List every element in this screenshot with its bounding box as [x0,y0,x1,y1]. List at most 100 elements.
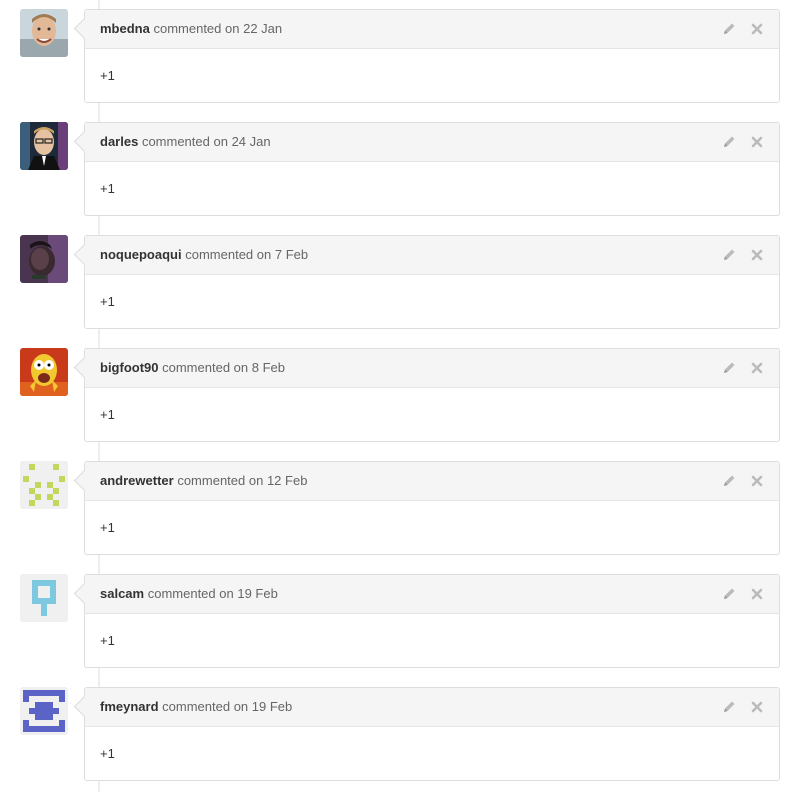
comment-meta: salcam commented on 19 Feb [100,586,278,601]
pencil-icon [723,136,735,147]
close-icon [751,362,763,374]
comment-action-text: commented on [185,247,272,262]
comment-action-text: commented on [177,473,264,488]
close-icon [751,475,763,487]
comment-action-text: commented on [153,21,240,36]
comment-body: +1 [100,633,115,648]
author-link[interactable]: fmeynard [100,699,159,714]
comment-meta: noquepoaqui commented on 7 Feb [100,247,308,262]
edit-button[interactable] [721,247,737,263]
comment-actions [713,247,765,263]
delete-button[interactable] [749,586,765,602]
close-icon [751,136,763,148]
close-icon [751,588,763,600]
comment-meta: fmeynard commented on 19 Feb [100,699,292,714]
delete-button[interactable] [749,473,765,489]
pencil-icon [723,23,735,34]
timeline-comment: fmeynard commented on 19 Feb +1 [0,687,808,781]
identicon-icon [20,687,68,735]
comment-action-text: commented on [147,586,234,601]
avatar-photo-icon [20,235,68,283]
author-link[interactable]: mbedna [100,21,150,36]
delete-button[interactable] [749,21,765,37]
author-link[interactable]: andrewetter [100,473,174,488]
comment-meta: darles commented on 24 Jan [100,134,271,149]
close-icon [751,701,763,713]
edit-button[interactable] [721,473,737,489]
timeline-comment: darles commented on 24 Jan +1 [0,122,808,216]
pencil-icon [723,249,735,260]
avatar[interactable] [20,122,68,170]
comment-box: fmeynard commented on 19 Feb +1 [73,687,780,781]
timeline-comment: noquepoaqui commented on 7 Feb +1 [0,235,808,329]
comment-meta: mbedna commented on 22 Jan [100,21,282,36]
comment-header: darles commented on 24 Jan [85,123,779,162]
comment-header: mbedna commented on 22 Jan [85,10,779,49]
comment-actions [713,360,765,376]
close-icon [751,23,763,35]
edit-button[interactable] [721,21,737,37]
author-link[interactable]: noquepoaqui [100,247,182,262]
close-icon [751,249,763,261]
avatar-photo-icon [20,122,68,170]
avatar-photo-icon [20,9,68,57]
identicon-icon [20,461,68,509]
delete-button[interactable] [749,247,765,263]
timeline-comment: andrewetter commented on 12 Feb +1 [0,461,808,555]
comment-header: fmeynard commented on 19 Feb [85,688,779,727]
comment-date[interactable]: 24 Jan [232,134,271,149]
comment-date[interactable]: 19 Feb [237,586,277,601]
avatar[interactable] [20,574,68,622]
comment-date[interactable]: 19 Feb [252,699,292,714]
comment-date[interactable]: 7 Feb [275,247,308,262]
comment-body: +1 [100,181,115,196]
comment-action-text: commented on [162,699,249,714]
edit-button[interactable] [721,134,737,150]
edit-button[interactable] [721,360,737,376]
delete-button[interactable] [749,699,765,715]
comment-header: noquepoaqui commented on 7 Feb [85,236,779,275]
comment-box: salcam commented on 19 Feb +1 [73,574,780,668]
author-link[interactable]: salcam [100,586,144,601]
comment-actions [713,134,765,150]
timeline-comment: salcam commented on 19 Feb +1 [0,574,808,668]
comment-actions [713,21,765,37]
edit-button[interactable] [721,586,737,602]
avatar[interactable] [20,687,68,735]
comment-body: +1 [100,68,115,83]
delete-button[interactable] [749,360,765,376]
comment-box: noquepoaqui commented on 7 Feb +1 [73,235,780,329]
comment-body: +1 [100,407,115,422]
comment-date[interactable]: 8 Feb [252,360,285,375]
avatar[interactable] [20,235,68,283]
edit-button[interactable] [721,699,737,715]
comment-box: mbedna commented on 22 Jan +1 [73,9,780,103]
comment-header: andrewetter commented on 12 Feb [85,462,779,501]
comment-meta: andrewetter commented on 12 Feb [100,473,307,488]
pencil-icon [723,701,735,712]
delete-button[interactable] [749,134,765,150]
author-link[interactable]: bigfoot90 [100,360,159,375]
comment-date[interactable]: 22 Jan [243,21,282,36]
comment-date[interactable]: 12 Feb [267,473,307,488]
comment-actions [713,699,765,715]
comment-actions [713,473,765,489]
comment-box: andrewetter commented on 12 Feb +1 [73,461,780,555]
comment-actions [713,586,765,602]
identicon-icon [20,574,68,622]
pencil-icon [723,588,735,599]
comment-meta: bigfoot90 commented on 8 Feb [100,360,285,375]
comment-box: darles commented on 24 Jan +1 [73,122,780,216]
author-link[interactable]: darles [100,134,138,149]
comment-action-text: commented on [162,360,249,375]
comment-header: bigfoot90 commented on 8 Feb [85,349,779,388]
comment-body: +1 [100,520,115,535]
comment-box: bigfoot90 commented on 8 Feb +1 [73,348,780,442]
avatar[interactable] [20,348,68,396]
comment-body: +1 [100,746,115,761]
avatar[interactable] [20,461,68,509]
avatar[interactable] [20,9,68,57]
pencil-icon [723,475,735,486]
comment-action-text: commented on [141,134,228,149]
timeline-comment: bigfoot90 commented on 8 Feb +1 [0,348,808,442]
